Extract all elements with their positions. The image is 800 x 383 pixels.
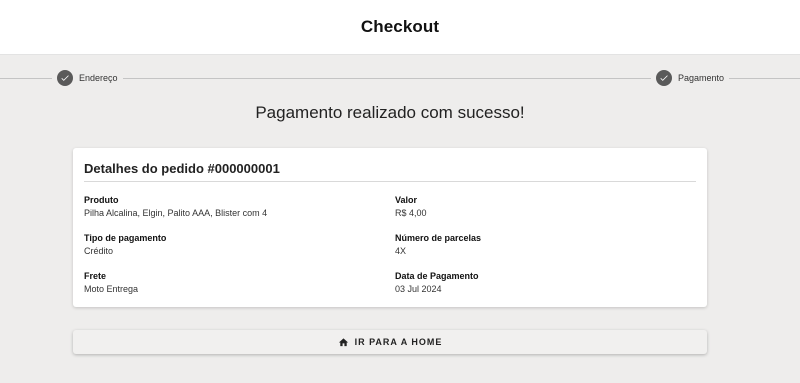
field-label-value: Valor xyxy=(395,195,418,205)
field-value-value: R$ 4,00 xyxy=(395,208,427,218)
field-value-product: Pilha Alcalina, Elgin, Palito AAA, Blist… xyxy=(84,208,268,218)
order-details-card: Detalhes do pedido #000000001 Produto Pi… xyxy=(73,148,707,307)
page-title: Checkout xyxy=(360,17,440,36)
field-installments: Número de parcelas 4X xyxy=(395,232,685,257)
go-home-button[interactable]: IR PARA A HOME xyxy=(73,330,707,354)
field-payment-date: Data de Pagamento 03 Jul 2024 xyxy=(395,270,685,295)
field-value-shipping: Moto Entrega xyxy=(84,284,139,294)
field-label-payment-date: Data de Pagamento xyxy=(395,271,479,281)
field-label-payment-type: Tipo de pagamento xyxy=(84,233,167,243)
step-endereco: Endereço xyxy=(52,70,123,86)
step-label-endereco: Endereço xyxy=(79,73,118,83)
checkout-stepper: Endereço Pagamento xyxy=(0,68,800,90)
success-message: Pagamento realizado com sucesso! xyxy=(255,103,525,122)
go-home-label: IR PARA A HOME xyxy=(354,337,443,347)
home-icon xyxy=(338,337,349,348)
field-label-installments: Número de parcelas xyxy=(395,233,482,243)
order-details-title: Detalhes do pedido #000000001 xyxy=(84,161,280,176)
field-shipping: Frete Moto Entrega xyxy=(84,270,374,295)
field-label-shipping: Frete xyxy=(84,271,107,281)
field-product: Produto Pilha Alcalina, Elgin, Palito AA… xyxy=(84,194,374,219)
field-value-payment-type: Crédito xyxy=(84,246,114,256)
field-payment-type: Tipo de pagamento Crédito xyxy=(84,232,374,257)
step-pagamento: Pagamento xyxy=(651,70,730,86)
field-value-installments: 4X xyxy=(395,246,407,256)
step-label-pagamento: Pagamento xyxy=(678,73,725,83)
check-icon xyxy=(57,70,73,86)
field-value-amount: Valor R$ 4,00 xyxy=(395,194,685,219)
check-icon xyxy=(656,70,672,86)
field-value-payment-date: 03 Jul 2024 xyxy=(395,284,442,294)
divider xyxy=(84,181,696,182)
field-label-product: Produto xyxy=(84,195,119,205)
header: Checkout xyxy=(0,0,800,55)
